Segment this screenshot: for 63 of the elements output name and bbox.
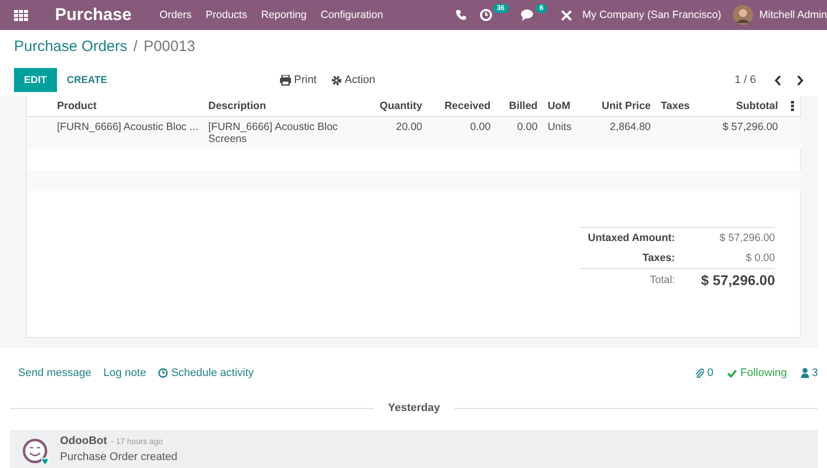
company-switcher[interactable]: My Company (San Francisco) xyxy=(582,9,722,21)
clock-icon xyxy=(158,368,168,378)
printer-icon xyxy=(280,74,291,86)
column-header[interactable]: Billed xyxy=(496,96,543,116)
apps-menu-icon[interactable] xyxy=(14,10,28,20)
table-cell: Units xyxy=(548,120,572,132)
menu-item[interactable]: Configuration xyxy=(320,9,384,21)
menu-item[interactable]: Orders xyxy=(160,9,192,21)
table-cell: [FURN_6666] Acoustic Bloc Screens xyxy=(208,120,338,144)
log-note-button[interactable]: Log note xyxy=(103,367,146,379)
column-header[interactable]: Subtotal xyxy=(703,96,783,116)
more-options-icon xyxy=(790,100,794,111)
user-name[interactable]: Mitchell Admin xyxy=(759,9,827,21)
total-value: $ 57,296.00 xyxy=(700,272,775,288)
table-cell: 0.00 xyxy=(470,120,491,132)
bot-avatar-icon xyxy=(22,438,50,466)
total-label: Total: xyxy=(650,274,675,286)
column-header[interactable]: Received xyxy=(427,96,496,116)
table-cell: 20.00 xyxy=(396,120,422,132)
print-button[interactable]: Print xyxy=(276,74,321,86)
chat-bubbles-icon xyxy=(520,9,535,21)
clock-icon xyxy=(480,9,492,21)
table-cell: $ 57,296.00 xyxy=(722,120,778,132)
date-separator: Yesterday xyxy=(374,402,454,414)
avatar-icon xyxy=(733,5,754,25)
send-message-button[interactable]: Send message xyxy=(18,367,92,379)
message-body: Purchase Order created xyxy=(60,451,178,463)
table-cell: [FURN_6666] Acoustic Bloc ... xyxy=(57,120,198,132)
column-header[interactable]: UoM xyxy=(542,96,584,116)
column-header[interactable]: Taxes xyxy=(656,96,704,116)
attachments-button[interactable]: 0 xyxy=(695,367,714,379)
action-button[interactable]: Action xyxy=(326,74,380,86)
followers-button[interactable]: 3 xyxy=(800,367,818,379)
table-cell: 2,864.80 xyxy=(610,120,651,132)
next-icon[interactable] xyxy=(796,74,804,86)
pager-value: 1 / 6 xyxy=(734,74,756,86)
following-button[interactable]: Following xyxy=(727,367,787,379)
column-header[interactable]: Product xyxy=(27,96,204,116)
breadcrumb-link[interactable]: Purchase Orders xyxy=(14,38,128,58)
app-name[interactable]: Purchase xyxy=(55,5,132,25)
column-header[interactable]: Description xyxy=(203,96,364,116)
message-time: - 17 hours ago xyxy=(111,437,163,446)
total-label: Untaxed Amount: xyxy=(588,232,675,244)
message-author: OdooBot xyxy=(60,435,108,447)
check-icon xyxy=(727,368,738,378)
person-icon xyxy=(800,368,809,378)
table-cell: 0.00 xyxy=(517,120,538,132)
breadcrumb-current: P00013 xyxy=(144,38,196,57)
breadcrumb-separator: / xyxy=(133,38,138,57)
previous-icon[interactable] xyxy=(774,74,782,86)
schedule-activity-button[interactable]: Schedule activity xyxy=(158,367,254,379)
paperclip-icon xyxy=(695,368,704,378)
create-button[interactable]: CREATE xyxy=(56,68,118,92)
total-value: $ 0.00 xyxy=(744,252,775,264)
edit-button[interactable]: EDIT xyxy=(14,68,57,92)
gear-icon xyxy=(330,74,342,86)
total-value: $ 57,296.00 xyxy=(718,232,775,244)
column-header[interactable]: Unit Price xyxy=(584,96,656,116)
menu-item[interactable]: Products xyxy=(206,9,248,21)
total-label: Taxes: xyxy=(642,252,675,264)
menu-item[interactable]: Reporting xyxy=(261,9,307,21)
column-header[interactable]: Quantity xyxy=(363,96,428,116)
phone-icon xyxy=(456,10,466,20)
